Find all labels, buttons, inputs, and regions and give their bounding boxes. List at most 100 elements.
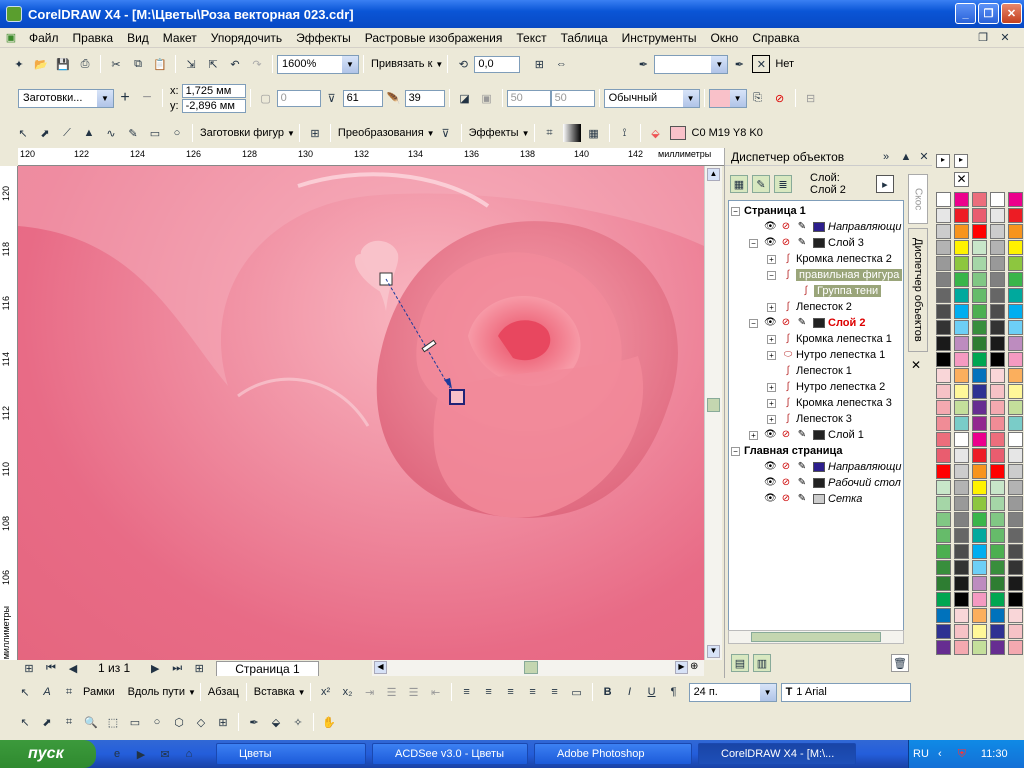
color-swatch[interactable] (972, 480, 987, 495)
color-swatch[interactable] (1008, 464, 1023, 479)
color-swatch[interactable] (990, 256, 1005, 271)
expand-toggle-icon[interactable]: + (749, 430, 758, 440)
color-swatch[interactable] (936, 464, 951, 479)
transforms-dropdown[interactable]: Преобразования (338, 127, 424, 139)
color-swatch[interactable] (1008, 496, 1023, 511)
color-swatch[interactable] (936, 240, 951, 255)
tool-polygon-icon[interactable]: ⬡ (170, 713, 188, 731)
eye-icon[interactable]: 👁 (764, 461, 777, 473)
color-swatch[interactable] (990, 400, 1005, 415)
docker-expand-icon[interactable]: » (877, 148, 895, 166)
expand-toggle-icon[interactable]: − (767, 270, 776, 280)
color-swatch[interactable] (990, 464, 1005, 479)
blend-mode-select[interactable]: Обычный ▼ (603, 88, 700, 108)
menu-arrange[interactable]: Упорядочить (204, 31, 289, 45)
color-swatch[interactable] (972, 304, 987, 319)
tree-item[interactable]: − 👁 ⊘ ✎ Слой 2 (749, 315, 865, 331)
color-swatch[interactable] (954, 352, 969, 367)
remove-preset-icon[interactable]: − (138, 89, 156, 107)
ruler-horizontal[interactable]: 120 122 124 126 128 130 132 134 136 138 … (18, 148, 724, 166)
color-swatch[interactable] (954, 608, 969, 623)
color-swatch[interactable] (936, 352, 951, 367)
tree-item[interactable]: + ∫ Лепесток 2 (767, 299, 852, 315)
color-swatch[interactable] (936, 336, 951, 351)
color-swatch[interactable] (990, 624, 1005, 639)
color-swatch[interactable] (954, 432, 969, 447)
paint-bucket-icon[interactable]: ⬙ (647, 124, 665, 142)
color-swatch[interactable] (990, 544, 1005, 559)
horizontal-scroll-thumb[interactable] (524, 661, 538, 674)
color-swatch[interactable] (1008, 384, 1023, 399)
tree-item[interactable]: + ∫ Кромка лепестка 3 (767, 395, 892, 411)
font-size-select[interactable]: 24 п. ▼ (688, 682, 777, 702)
align-left-icon[interactable]: ≡ (458, 683, 476, 701)
color-swatch[interactable] (936, 272, 951, 287)
expand-toggle-icon[interactable]: + (767, 302, 776, 312)
printer-icon[interactable]: ⊘ (780, 477, 792, 489)
tree-item[interactable]: − 👁 ⊘ ✎ Слой 3 (749, 235, 864, 251)
explorer-icon[interactable]: ⌂ (180, 745, 198, 763)
along-path-dropdown[interactable]: Вдоль пути (128, 686, 185, 698)
copy-icon[interactable]: ⧉ (129, 55, 147, 73)
expand-toggle-icon[interactable]: + (767, 414, 776, 424)
tool-smart-fill-icon[interactable]: ⬚ (104, 713, 122, 731)
color-swatch[interactable] (1008, 368, 1023, 383)
color-swatch[interactable] (990, 560, 1005, 575)
doc-restore-icon[interactable]: ❐ (974, 29, 992, 47)
justify-icon[interactable]: ≡ (524, 683, 542, 701)
color-swatch[interactable] (954, 624, 969, 639)
color-swatch[interactable] (954, 416, 969, 431)
color-swatch[interactable] (936, 480, 951, 495)
last-page-icon[interactable]: ⏭ (168, 659, 186, 677)
edit-pencil-icon[interactable]: ✎ (796, 221, 808, 233)
prev-page-icon[interactable]: ◀ (64, 659, 82, 677)
color-swatch[interactable] (936, 208, 951, 223)
show-properties-icon[interactable]: ▦ (730, 175, 748, 193)
color-swatch[interactable] (1008, 272, 1023, 287)
tree-item[interactable]: 👁 ⊘ ✎ Сетка (749, 491, 862, 507)
tool-zoom-icon[interactable]: 🔍 (82, 713, 100, 731)
underline-icon[interactable]: U (643, 683, 661, 701)
tool-pick-icon[interactable]: ↖ (16, 713, 34, 731)
tool-rectangle-icon[interactable]: ▭ (126, 713, 144, 731)
color-swatch[interactable] (1008, 592, 1023, 607)
color-swatch[interactable] (972, 544, 987, 559)
edit-pencil-icon[interactable]: ✎ (796, 461, 808, 473)
color-swatch[interactable] (954, 640, 969, 655)
color-swatch[interactable] (990, 496, 1005, 511)
tree-item[interactable]: + ∫ Кромка лепестка 2 (767, 251, 892, 267)
tree-item[interactable]: − ∫ правильная фигура (767, 267, 903, 283)
color-swatch[interactable] (936, 384, 951, 399)
italic-icon[interactable]: I (621, 683, 639, 701)
y-input[interactable]: -2,896 мм (181, 98, 246, 113)
outline-width-select[interactable]: ▼ (654, 54, 729, 74)
vertical-scroll-thumb[interactable] (707, 398, 720, 412)
open-icon[interactable]: 📂 (32, 55, 50, 73)
color-swatch[interactable] (972, 512, 987, 527)
field-0[interactable]: 0 (276, 89, 321, 107)
ellipse-icon[interactable]: ○ (168, 124, 186, 142)
printer-icon[interactable]: ⊘ (780, 461, 792, 473)
media-icon[interactable]: ▶ (132, 745, 150, 763)
knife-icon[interactable]: ⟋ (58, 124, 76, 142)
edit-pencil-icon[interactable]: ✎ (796, 477, 808, 489)
color-swatch[interactable] (972, 560, 987, 575)
color-swatch[interactable] (954, 336, 969, 351)
field-39[interactable]: 39 (404, 89, 445, 107)
effects-dropdown[interactable]: Эффекты (469, 127, 519, 139)
color-swatch[interactable] (1008, 256, 1023, 271)
menu-window[interactable]: Окно (703, 31, 745, 45)
color-swatch[interactable] (972, 464, 987, 479)
tool-table-icon[interactable]: ⊞ (214, 713, 232, 731)
color-swatch[interactable] (954, 192, 969, 207)
outlook-icon[interactable]: ✉ (156, 745, 174, 763)
color-swatch[interactable] (936, 448, 951, 463)
frames-button[interactable]: Рамки (83, 686, 115, 698)
tree-item[interactable]: + ∫ Нутро лепестка 2 (767, 379, 885, 395)
color-swatch[interactable] (936, 400, 951, 415)
text-pick-icon[interactable]: ↖ (16, 683, 34, 701)
color-swatch[interactable] (1008, 560, 1023, 575)
tool-pan-icon[interactable]: ✋ (320, 713, 338, 731)
printer-icon[interactable]: ⊘ (780, 493, 792, 505)
color-swatch[interactable] (954, 400, 969, 415)
